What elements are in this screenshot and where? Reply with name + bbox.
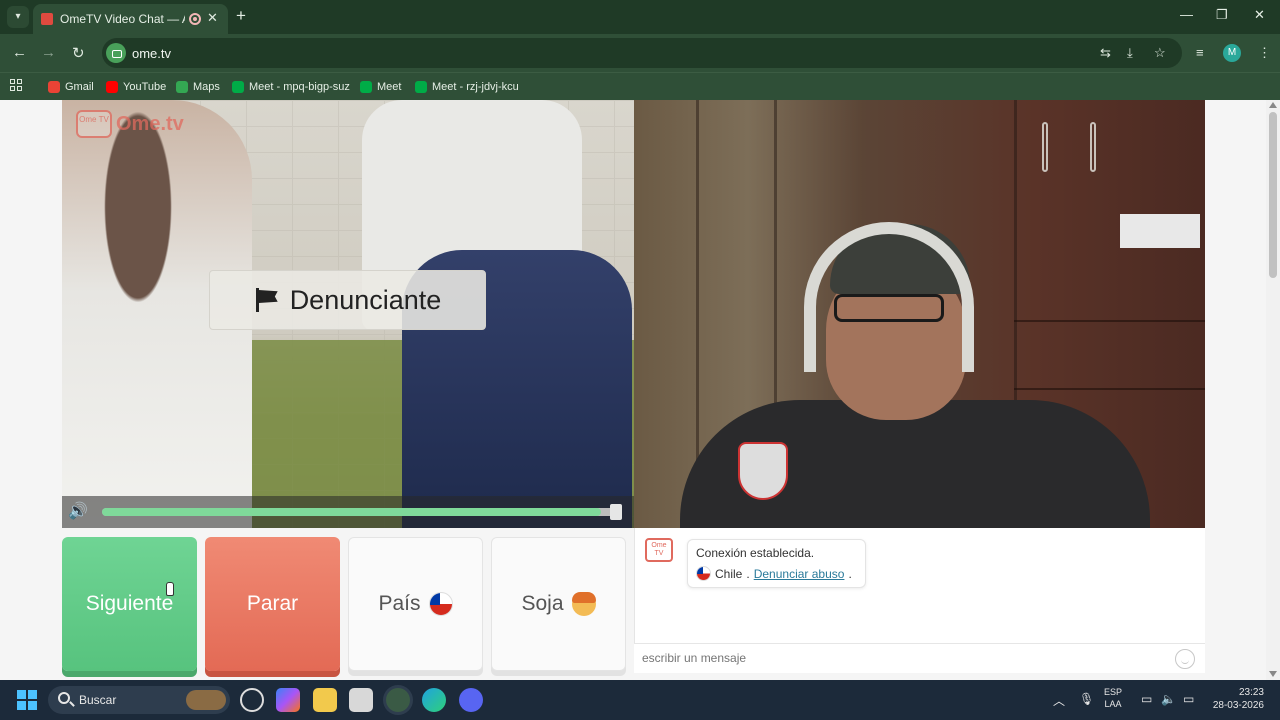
url-text: ome.tv [132,46,172,61]
ometv-chat-icon: Ome TV [645,538,673,562]
language-indicator[interactable]: ESP LAA [1104,686,1122,710]
next-label: Siguiente [85,592,174,615]
volume-icon[interactable]: 🔈 [1161,692,1176,706]
maps-icon [176,81,188,93]
bookmark-meet-1[interactable]: Meet - mpq-bigp-suz [232,79,350,95]
volume-fill [102,508,601,516]
translate-icon[interactable]: ⇆ [1100,45,1111,61]
bookmark-meet-3[interactable]: Meet - rzj-jdvj-kcu [415,79,519,95]
ometv-logo-text: Ome.tv [116,112,184,135]
report-label: Denunciante [289,284,442,315]
gender-filter-button[interactable]: Soja [491,537,626,671]
taskbar: Buscar ︿ 🎙 ESP LAA ▭ 🔈 ▭ 23:23 28-03-202… [0,680,1280,720]
site-video-icon[interactable] [106,43,126,63]
boy-face-icon [571,592,596,616]
connection-message: Conexión establecida. [696,546,815,560]
edge-icon[interactable] [422,688,446,712]
scroll-thumb[interactable] [1269,112,1277,278]
gmail-icon [48,81,60,93]
mouse-cursor-icon [166,582,174,596]
youtube-icon [106,81,118,93]
recording-icon [189,13,201,25]
tab-title: OmeTV Video Chat — Alter [60,12,185,26]
microphone-icon[interactable]: 🎙 [1079,692,1094,706]
back-arrow-icon[interactable]: ← [12,44,27,61]
meet-icon [415,81,427,93]
bookmark-star-icon[interactable]: ☆ [1154,45,1166,61]
clock[interactable]: 23:23 28-03-2026 [1208,686,1264,712]
tab-ometv[interactable]: OmeTV Video Chat — Alter ✕ [33,4,228,34]
meet-icon [232,81,244,93]
tab-strip: ▾ OmeTV Video Chat — Alter ✕ + — ❐ ✕ [0,0,1280,34]
snipping-tool-icon[interactable] [349,688,373,712]
separator: . [746,566,750,581]
network-icon[interactable]: ▭ [1141,692,1152,706]
copilot-icon[interactable] [276,688,300,712]
apps-grid-icon[interactable] [10,79,22,91]
discord-icon[interactable] [459,688,483,712]
taskbar-search[interactable]: Buscar [48,686,230,714]
system-message: Conexión establecida. Chile . Denunciar … [687,539,866,588]
file-explorer-icon[interactable] [313,688,337,712]
chile-flag-icon [696,566,711,581]
partner-country: Chile [715,566,743,581]
bookmark-maps[interactable]: Maps [176,79,220,95]
bookmark-meet-2[interactable]: Meet [360,79,401,95]
page-content: Ome TV Ome.tv Denunciante 🔊 Siguiente Pa… [0,100,1280,680]
chile-flag-icon [428,592,453,616]
new-tab-button[interactable]: + [236,6,246,26]
stranger-video: Ome TV Ome.tv Denunciante 🔊 [62,100,634,528]
profile-avatar[interactable]: M [1223,44,1241,62]
country-filter-button[interactable]: País [348,537,483,671]
task-app-icon[interactable] [240,688,264,712]
chat-input-row [634,643,1205,673]
flag-icon [254,288,278,312]
chrome-icon[interactable] [386,688,410,712]
search-icon [58,692,70,704]
page-scrollbar[interactable] [1266,100,1280,680]
report-button[interactable]: Denunciante [209,270,486,330]
tab-close-icon[interactable]: ✕ [207,10,218,26]
report-abuse-link[interactable]: Denunciar abuso [754,567,845,581]
stop-label: Parar [246,592,299,615]
scroll-down-icon[interactable] [1269,671,1277,677]
address-bar[interactable]: ome.tv [102,38,1182,68]
maximize-button[interactable]: ❐ [1216,7,1228,23]
self-video [634,100,1205,528]
tab-search-button[interactable]: ▾ [7,6,29,28]
battery-icon[interactable]: ▭ [1183,692,1194,706]
clock-time: 23:23 [1238,687,1264,698]
menu-kebab-icon[interactable]: ⋮ [1258,45,1271,61]
emoji-smile-icon[interactable] [1175,649,1195,669]
bookmark-youtube[interactable]: YouTube [106,79,166,95]
volume-bar: 🔊 [62,496,634,528]
ometv-tv-icon: Ome TV [76,110,112,138]
clock-date: 28-03-2026 [1212,700,1264,711]
stop-button[interactable]: Parar [205,537,340,671]
ometv-favicon-icon [41,13,53,25]
minimize-button[interactable]: — [1180,7,1193,22]
install-app-icon[interactable]: ⤓ [1127,45,1133,61]
volume-slider[interactable] [102,508,616,516]
tray-chevron-icon[interactable]: ︿ [1053,692,1065,709]
speaker-icon[interactable]: 🔊 [68,503,94,521]
reload-icon[interactable]: ↻ [72,44,85,62]
volume-thumb[interactable] [610,504,622,520]
meet-icon [360,81,372,93]
next-button[interactable]: Siguiente [62,537,197,671]
search-highlight-icon [186,690,226,710]
media-controls-icon[interactable]: ≡ [1196,45,1204,60]
bookmark-gmail[interactable]: Gmail [48,79,94,95]
close-window-button[interactable]: ✕ [1254,7,1265,23]
windows-start-icon[interactable] [17,690,37,710]
country-label: País [378,592,421,615]
scroll-up-icon[interactable] [1269,102,1277,108]
browser-toolbar: ← → ↻ ome.tv ⇆ ⤓ ☆ ≡ M ⋮ [0,34,1280,72]
bookmarks-bar: Gmail YouTube Maps Meet - mpq-bigp-suz M… [0,72,1280,100]
search-label: Buscar [79,693,117,707]
forward-arrow-icon[interactable]: → [41,44,56,61]
gender-label: Soja [521,592,564,615]
ometv-logo: Ome TV Ome.tv [76,110,184,138]
message-input[interactable] [642,651,1162,665]
